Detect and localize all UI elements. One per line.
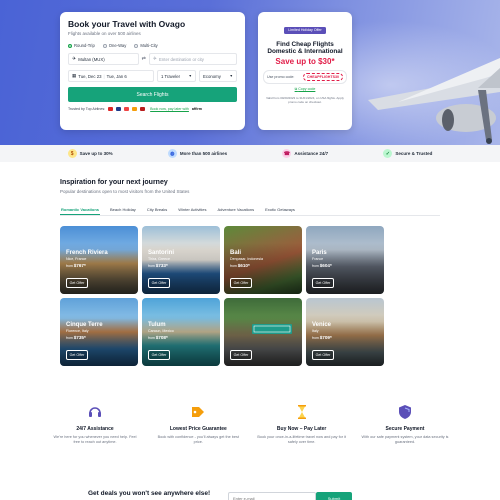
get-offer-button[interactable]: Get Offer xyxy=(148,350,170,360)
offer-badge: Limited Holiday Offer xyxy=(284,26,326,34)
feature-secure: ✓ Secure & Trusted xyxy=(383,149,432,158)
radio-icon xyxy=(134,43,139,48)
piggy-bank-icon: $ xyxy=(67,149,77,158)
get-offer-button[interactable]: Get Offer xyxy=(148,278,170,288)
chevron-down-icon: ▼ xyxy=(188,74,192,78)
tab-city-breaks[interactable]: City Breaks xyxy=(146,205,168,215)
get-offer-button[interactable]: Get Offer xyxy=(66,350,88,360)
promo-save-amount: Save up to $30* xyxy=(275,56,335,66)
value-props: 24/7 Assistance We're here for you whene… xyxy=(50,404,450,445)
get-offer-button[interactable]: Get Offer xyxy=(312,278,334,288)
features-strip: $ Save up to 30% ◍ More than 500 airline… xyxy=(0,145,500,162)
promo-headline: Find Cheap Flights Domestic & Internatio… xyxy=(267,41,343,56)
inspiration-tabs: Romantic Vacations Beach Holiday City Br… xyxy=(60,205,440,216)
value-assistance: 24/7 Assistance We're here for you whene… xyxy=(50,404,140,445)
radio-icon xyxy=(102,43,107,48)
destination-card[interactable]: Cinque Terre Florence, Italy from $735* … xyxy=(60,298,138,366)
get-offer-button[interactable]: Get Offer xyxy=(66,278,88,288)
promo-terms: Valid from 00/20/2023 to 31/01/2024, on … xyxy=(266,95,344,104)
value-price-guarantee: Lowest Price Guarantee Book with confide… xyxy=(153,404,243,445)
destination-grid: French Riviera Nice, France from $767* G… xyxy=(60,226,384,368)
get-offer-button[interactable]: Get Offer xyxy=(230,350,252,360)
airline-logo-icon xyxy=(108,107,114,111)
airplane-image xyxy=(368,58,500,144)
value-pay-later: Buy Now – Pay Later Book your once-in-a-… xyxy=(257,404,347,445)
destination-card[interactable]: Santorini Thira, Greece from $733* Get O… xyxy=(142,226,220,294)
plane-arrive-icon: ✈ xyxy=(152,56,157,62)
promo-code[interactable]: CHEAPFLIGHTS30 xyxy=(303,72,343,81)
route-row: ✈ Multan (MUX) ⇄ ✈ Enter destination or … xyxy=(68,53,237,65)
trusted-airlines-row: Trusted by Top Airlines: Book now, pay l… xyxy=(68,107,202,111)
submit-button[interactable]: Submit xyxy=(316,492,352,500)
booking-card: Book your Travel with Ovago Flights avai… xyxy=(60,12,245,130)
cabin-select[interactable]: Economy ▼ xyxy=(199,70,237,82)
shield-icon: ✓ xyxy=(383,149,393,158)
copy-code-link[interactable]: ⧉ Copy code xyxy=(263,87,347,91)
value-secure-payment: Secure Payment With our safe payment sys… xyxy=(360,404,450,445)
secure-shield-icon xyxy=(397,404,413,420)
destination-card[interactable]: Get Offer xyxy=(224,298,302,366)
tab-romantic-vacations[interactable]: Romantic Vacations xyxy=(60,205,101,215)
airline-logo-icon xyxy=(132,107,138,111)
airline-logo-icon xyxy=(116,107,122,111)
search-flights-button[interactable]: Search Flights xyxy=(68,87,237,102)
destination-card[interactable]: Paris France from $604* Get Offer xyxy=(306,226,384,294)
price-tag-icon xyxy=(190,404,206,420)
trip-type-one-way[interactable]: One-Way xyxy=(102,43,126,48)
tab-beach-holiday[interactable]: Beach Holiday xyxy=(109,205,137,215)
copy-icon: ⧉ xyxy=(294,86,298,91)
feature-assistance: ☎ Assistance 24/7 xyxy=(282,149,329,158)
promo-code-box: Use promo code: CHEAPFLIGHTS30 xyxy=(263,69,347,84)
inspiration-title: Inspiration for your next journey xyxy=(60,179,168,186)
destination-card[interactable]: Bali Denpasar, Indonesia from $610* Get … xyxy=(224,226,302,294)
dates-row: ▦ Tue, Dec 23 | Tue, Jan 6 1 Traveler ▼ … xyxy=(68,70,237,82)
tab-exotic-getaways[interactable]: Exotic Getaways xyxy=(264,205,296,215)
tab-adventure-vacations[interactable]: Adventure Vacations xyxy=(217,205,256,215)
plane-depart-icon: ✈ xyxy=(72,56,77,62)
street-sign-icon xyxy=(252,324,292,334)
affirm-logo: affirm xyxy=(191,107,202,111)
date-field[interactable]: ▦ Tue, Dec 23 | Tue, Jan 6 xyxy=(68,70,154,82)
get-offer-button[interactable]: Get Offer xyxy=(230,278,252,288)
to-field[interactable]: ✈ Enter destination or city xyxy=(148,53,237,65)
travelers-select[interactable]: 1 Traveler ▼ xyxy=(157,70,196,82)
airline-logo-icon xyxy=(124,107,130,111)
swap-icon[interactable]: ⇄ xyxy=(142,56,146,62)
destination-card[interactable]: Venice Italy from $709* Get Offer xyxy=(306,298,384,366)
radio-selected-icon xyxy=(68,43,72,48)
destination-card[interactable]: French Riviera Nice, France from $767* G… xyxy=(60,226,138,294)
airline-logo-icon xyxy=(140,107,146,111)
calendar-icon: ▦ xyxy=(72,73,77,78)
get-offer-button[interactable]: Get Offer xyxy=(312,350,334,360)
trip-type-multi-city[interactable]: Multi-City xyxy=(134,43,158,48)
hourglass-icon xyxy=(294,404,310,420)
from-field[interactable]: ✈ Multan (MUX) xyxy=(68,53,139,65)
trip-type-round-trip[interactable]: Round-Trip xyxy=(68,43,95,48)
support-icon: ☎ xyxy=(282,149,292,158)
headset-icon xyxy=(87,404,103,420)
globe-icon: ◍ xyxy=(167,149,177,158)
email-input[interactable] xyxy=(228,492,316,500)
promo-card: Limited Holiday Offer Find Cheap Flights… xyxy=(258,12,352,130)
tab-winter-activities[interactable]: Winter Activities xyxy=(177,205,207,215)
booking-title: Book your Travel with Ovago xyxy=(68,19,186,29)
pay-later-link[interactable]: Book now, pay later with xyxy=(150,107,189,111)
chevron-down-icon: ▼ xyxy=(229,74,233,78)
newsletter-title: Get deals you won't see anywhere else! xyxy=(88,490,211,497)
inspiration-subtitle: Popular destinations open to most visito… xyxy=(60,189,190,194)
feature-save: $ Save up to 30% xyxy=(67,149,113,158)
destination-card[interactable]: Tulum Cancun, Mexico from $708* Get Offe… xyxy=(142,298,220,366)
feature-airlines: ◍ More than 500 airlines xyxy=(167,149,227,158)
page: Book your Travel with Ovago Flights avai… xyxy=(0,0,500,500)
trip-type-selector: Round-Trip One-Way Multi-City xyxy=(68,43,237,48)
booking-subtitle: Flights available on over 500 airlines xyxy=(68,31,141,36)
